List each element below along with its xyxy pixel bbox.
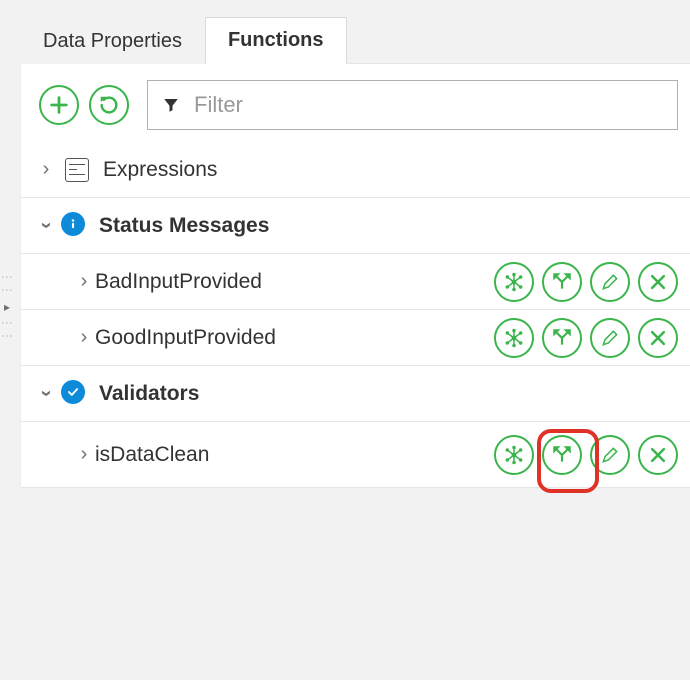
expression-category-icon [65, 158, 89, 182]
list-item[interactable]: › isDataClean [21, 422, 690, 488]
edit-button[interactable] [590, 435, 630, 475]
funnel-icon [162, 96, 180, 114]
section-validators[interactable]: › Validators [21, 366, 690, 422]
chevron-down-icon[interactable]: › [35, 383, 58, 405]
split-arrows-icon [552, 272, 572, 292]
tab-bar: Data Properties Functions [20, 16, 690, 64]
split-arrows-icon [552, 328, 572, 348]
chevron-down-icon[interactable]: › [35, 215, 58, 237]
chevron-right-icon[interactable]: › [73, 270, 95, 293]
filter-field[interactable] [147, 80, 678, 130]
tab-functions[interactable]: Functions [205, 17, 347, 64]
chevron-right-icon[interactable]: › [73, 326, 95, 349]
section-status-messages[interactable]: › Status Messages [21, 198, 690, 254]
toolbar [21, 64, 690, 142]
pencil-icon [600, 328, 620, 348]
move-button[interactable] [542, 435, 582, 475]
refresh-button[interactable] [89, 85, 129, 125]
network-icon [504, 328, 524, 348]
section-label: Validators [99, 382, 684, 406]
check-circle-icon [61, 380, 89, 408]
chevron-right-icon[interactable]: › [35, 158, 57, 181]
delete-button[interactable] [638, 262, 678, 302]
flyout-triangle-icon[interactable]: ▸ [4, 300, 10, 314]
tab-label: Functions [228, 29, 324, 52]
move-button[interactable] [542, 318, 582, 358]
tree-list: › Expressions › Status Messages [21, 142, 690, 488]
pencil-icon [600, 445, 620, 465]
chevron-right-icon[interactable]: › [73, 443, 95, 466]
dependencies-button[interactable] [494, 435, 534, 475]
row-actions [494, 262, 678, 302]
tab-label: Data Properties [43, 30, 182, 53]
add-button[interactable] [39, 85, 79, 125]
item-label: GoodInputProvided [95, 326, 494, 350]
split-arrows-icon [552, 445, 572, 465]
section-expressions[interactable]: › Expressions [21, 142, 690, 198]
section-label: Expressions [103, 158, 684, 182]
info-icon [61, 212, 89, 240]
drag-handle-left[interactable]: ⋮⋮ ▸ ⋮⋮ [0, 271, 14, 343]
item-label: isDataClean [95, 443, 494, 467]
item-label: BadInputProvided [95, 270, 494, 294]
row-actions [494, 435, 678, 475]
row-actions [494, 318, 678, 358]
plus-icon [48, 94, 70, 116]
close-icon [648, 328, 668, 348]
section-label: Status Messages [99, 214, 684, 238]
dependencies-button[interactable] [494, 318, 534, 358]
pencil-icon [600, 272, 620, 292]
list-item[interactable]: › GoodInputProvided [21, 310, 690, 366]
refresh-icon [98, 94, 120, 116]
edit-button[interactable] [590, 262, 630, 302]
delete-button[interactable] [638, 435, 678, 475]
network-icon [504, 445, 524, 465]
network-icon [504, 272, 524, 292]
delete-button[interactable] [638, 318, 678, 358]
close-icon [648, 445, 668, 465]
tab-data-properties[interactable]: Data Properties [20, 17, 205, 64]
list-item[interactable]: › BadInputProvided [21, 254, 690, 310]
move-button[interactable] [542, 262, 582, 302]
edit-button[interactable] [590, 318, 630, 358]
dependencies-button[interactable] [494, 262, 534, 302]
filter-input[interactable] [192, 81, 677, 129]
close-icon [648, 272, 668, 292]
